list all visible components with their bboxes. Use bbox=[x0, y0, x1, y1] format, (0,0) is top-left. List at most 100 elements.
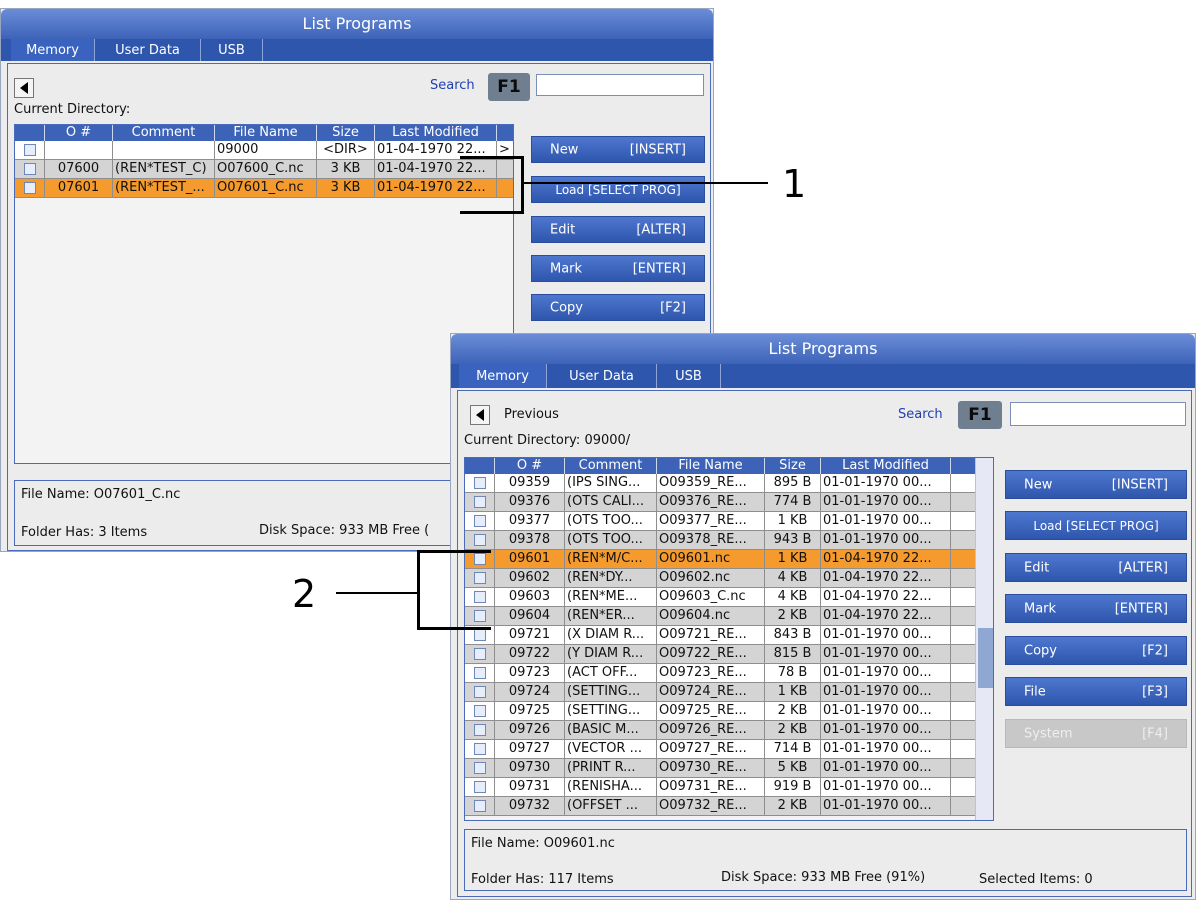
callout-1-bracket-bottom bbox=[460, 211, 524, 214]
table-row[interactable]: 09377 (OTS TOO... O09377_RE... 1 KB 01-01-19… bbox=[465, 512, 975, 531]
system-button[interactable]: System [F4] bbox=[1005, 719, 1187, 748]
tab-memory[interactable]: Memory bbox=[459, 364, 547, 388]
row-checkbox[interactable] bbox=[474, 686, 486, 698]
header-size[interactable]: Size bbox=[317, 125, 375, 141]
row-filler bbox=[951, 607, 975, 625]
header-file-name[interactable]: File Name bbox=[215, 125, 317, 141]
header-file-name[interactable]: File Name bbox=[657, 458, 765, 474]
row-checkbox[interactable] bbox=[474, 515, 486, 527]
header-o-number[interactable]: O # bbox=[45, 125, 113, 141]
o-number: 09359 bbox=[495, 474, 565, 492]
table-row[interactable]: 09604 (REN*ER... O09604.nc 2 KB 01-04-1970 2… bbox=[465, 607, 975, 626]
table-row[interactable]: 09602 (REN*DY... O09602.nc 4 KB 01-04-1970 2… bbox=[465, 569, 975, 588]
tab-usb[interactable]: USB bbox=[657, 364, 721, 388]
edit-button[interactable]: Edit [ALTER] bbox=[531, 216, 705, 243]
header-last-modified[interactable]: Last Modified bbox=[821, 458, 951, 474]
back-button[interactable] bbox=[14, 78, 34, 98]
status-folder-count: Folder Has: 117 Items bbox=[471, 872, 614, 887]
comment: (REN*TEST_C) bbox=[113, 160, 215, 178]
comment: (BASIC M... bbox=[565, 721, 657, 739]
header-last-modified[interactable]: Last Modified bbox=[375, 125, 497, 141]
last-modified: 01-01-1970 00... bbox=[821, 759, 951, 777]
tab-memory[interactable]: Memory bbox=[11, 39, 95, 61]
edit-button[interactable]: Edit [ALTER] bbox=[1005, 553, 1187, 582]
row-checkbox[interactable] bbox=[474, 800, 486, 812]
row-checkbox[interactable] bbox=[474, 648, 486, 660]
table-row[interactable]: 09000 <DIR> 01-04-1970 22... > bbox=[15, 141, 513, 160]
table-row[interactable]: 09376 (OTS CALI... O09376_RE... 774 B 01-01-… bbox=[465, 493, 975, 512]
header-comment[interactable]: Comment bbox=[565, 458, 657, 474]
table-row[interactable]: 09378 (OTS TOO... O09378_RE... 943 B 01-01-1… bbox=[465, 531, 975, 550]
o-number: 09602 bbox=[495, 569, 565, 587]
current-directory: Current Directory: bbox=[14, 102, 131, 117]
row-checkbox[interactable] bbox=[474, 591, 486, 603]
header-comment[interactable]: Comment bbox=[113, 125, 215, 141]
search-f1-key[interactable]: F1 bbox=[958, 401, 1002, 429]
search-input[interactable] bbox=[1010, 402, 1186, 426]
size: 2 KB bbox=[765, 607, 821, 625]
search-input[interactable] bbox=[536, 74, 704, 96]
header-o-number[interactable]: O # bbox=[495, 458, 565, 474]
row-checkbox[interactable] bbox=[474, 667, 486, 679]
search-f1-key[interactable]: F1 bbox=[488, 73, 530, 101]
table-row[interactable]: 09603 (REN*ME... O09603_C.nc 4 KB 01-04-1970… bbox=[465, 588, 975, 607]
row-checkbox[interactable] bbox=[474, 743, 486, 755]
row-checkbox-cell bbox=[15, 160, 45, 178]
o-number: 09377 bbox=[495, 512, 565, 530]
scrollbar-thumb[interactable] bbox=[978, 628, 993, 688]
table-row[interactable]: 09722 (Y DIAM R... O09722_RE... 815 B 01-01-… bbox=[465, 645, 975, 664]
row-checkbox[interactable] bbox=[474, 629, 486, 641]
copy-button[interactable]: Copy [F2] bbox=[531, 294, 705, 321]
table-row[interactable]: 09732 (OFFSET ... O09732_RE... 2 KB 01-01-19… bbox=[465, 797, 975, 816]
o-number: 09723 bbox=[495, 664, 565, 682]
table-scrollbar[interactable] bbox=[975, 458, 993, 820]
table-row[interactable]: 09725 (SETTING... O09725_RE... 2 KB 01-01-19… bbox=[465, 702, 975, 721]
table-row-selected[interactable]: 07601 (REN*TEST_... O07601_C.nc 3 KB 01-… bbox=[15, 179, 513, 198]
row-checkbox[interactable] bbox=[474, 762, 486, 774]
row-checkbox[interactable] bbox=[474, 496, 486, 508]
file-button[interactable]: File [F3] bbox=[1005, 677, 1187, 706]
row-checkbox[interactable] bbox=[474, 705, 486, 717]
table-row[interactable]: 07600 (REN*TEST_C) O07600_C.nc 3 KB 01-0… bbox=[15, 160, 513, 179]
row-checkbox[interactable] bbox=[474, 781, 486, 793]
button-key: [ALTER] bbox=[636, 222, 686, 237]
table-row[interactable]: 09721 (X DIAM R... O09721_RE... 843 B 01-01-… bbox=[465, 626, 975, 645]
new-button[interactable]: New [INSERT] bbox=[1005, 470, 1187, 499]
table-row[interactable]: 09726 (BASIC M... O09726_RE... 2 KB 01-01-19… bbox=[465, 721, 975, 740]
mark-button[interactable]: Mark [ENTER] bbox=[1005, 594, 1187, 623]
header-size[interactable]: Size bbox=[765, 458, 821, 474]
comment bbox=[113, 141, 215, 159]
row-checkbox-cell bbox=[465, 512, 495, 530]
table-row[interactable]: 09727 (VECTOR ... O09727_RE... 714 B 01-01-1… bbox=[465, 740, 975, 759]
table-row[interactable]: 09723 (ACT OFF... O09723_RE... 78 B 01-01-19… bbox=[465, 664, 975, 683]
tab-user-data[interactable]: User Data bbox=[95, 39, 201, 61]
row-checkbox[interactable] bbox=[474, 724, 486, 736]
load-button[interactable]: Load [SELECT PROG] bbox=[531, 176, 705, 203]
copy-button[interactable]: Copy [F2] bbox=[1005, 636, 1187, 665]
tab-user-data[interactable]: User Data bbox=[547, 364, 657, 388]
previous-button[interactable] bbox=[470, 405, 490, 425]
row-checkbox[interactable] bbox=[474, 572, 486, 584]
row-checkbox[interactable] bbox=[24, 144, 36, 156]
table-row[interactable]: 09731 (RENISHA... O09731_RE... 919 B 01-01-1… bbox=[465, 778, 975, 797]
row-checkbox[interactable] bbox=[24, 182, 36, 194]
button-label: File bbox=[1024, 684, 1046, 699]
new-button[interactable]: New [INSERT] bbox=[531, 136, 705, 163]
table-row-selected[interactable]: 09601 (REN*M/C... O09601.nc 1 KB 01-04-1970 … bbox=[465, 550, 975, 569]
row-checkbox[interactable] bbox=[24, 163, 36, 175]
previous-label[interactable]: Previous bbox=[504, 407, 559, 422]
last-modified: 01-04-1970 22... bbox=[375, 160, 497, 178]
load-button[interactable]: Load [SELECT PROG] bbox=[1005, 511, 1187, 540]
row-checkbox[interactable] bbox=[474, 534, 486, 546]
row-checkbox[interactable] bbox=[474, 477, 486, 489]
table-row[interactable]: 09730 (PRINT R... O09730_RE... 5 KB 01-01-19… bbox=[465, 759, 975, 778]
row-checkbox[interactable] bbox=[474, 610, 486, 622]
comment: (REN*TEST_... bbox=[113, 179, 215, 197]
table-row[interactable]: 09359 (IPS SING... O09359_RE... 895 B 01-01-… bbox=[465, 474, 975, 493]
mark-button[interactable]: Mark [ENTER] bbox=[531, 255, 705, 282]
table-row[interactable]: 09724 (SETTING... O09724_RE... 1 KB 01-01-19… bbox=[465, 683, 975, 702]
tab-usb[interactable]: USB bbox=[201, 39, 263, 61]
button-key: [F4] bbox=[1142, 726, 1168, 741]
o-number: 09730 bbox=[495, 759, 565, 777]
row-checkbox[interactable] bbox=[474, 553, 486, 565]
